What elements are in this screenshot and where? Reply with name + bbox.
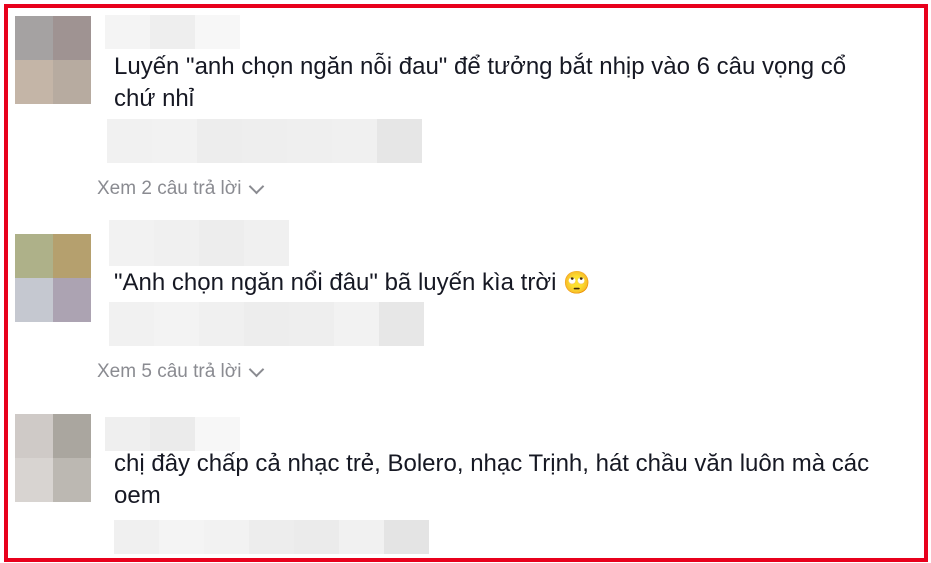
avatar-pixel: [53, 278, 91, 322]
avatar-pixel: [53, 414, 91, 458]
face-with-rolling-eyes-icon: 🙄: [563, 271, 591, 296]
avatar-pixel: [15, 458, 53, 502]
avatar[interactable]: [15, 16, 91, 104]
view-replies-label: Xem 2 câu trả lời: [97, 178, 242, 199]
avatar-pixel: [53, 60, 91, 104]
chevron-down-icon: [249, 361, 265, 377]
view-replies-button[interactable]: Xem 2 câu trả lời: [97, 178, 265, 200]
avatar-pixel: [53, 458, 91, 502]
view-replies-button[interactable]: Xem 5 câu trả lời: [97, 361, 265, 383]
comment-meta-blurred: [107, 119, 422, 163]
avatar[interactable]: [15, 234, 91, 322]
screenshot-frame: Luyến "anh chọn ngăn nỗi đau" để tưởng b…: [4, 4, 928, 562]
avatar-pixel: [15, 278, 53, 322]
avatar[interactable]: [15, 414, 91, 502]
avatar-pixel: [15, 60, 53, 104]
username-blurred[interactable]: [105, 417, 240, 451]
avatar-pixel: [15, 234, 53, 278]
avatar-pixel: [15, 16, 53, 60]
avatar-pixel: [53, 234, 91, 278]
comment-text: Luyến "anh chọn ngăn nỗi đau" để tưởng b…: [114, 53, 847, 112]
chevron-down-icon: [249, 178, 265, 194]
comment-meta-blurred: [109, 302, 424, 346]
comment-text: chị đây chấp cả nhạc trẻ, Bolero, nhạc T…: [114, 450, 870, 509]
view-replies-label: Xem 5 câu trả lời: [97, 361, 242, 382]
comment-text-content: "Anh chọn ngăn nổi đâu" bã luyến kìa trờ…: [114, 269, 557, 296]
comment-text: "Anh chọn ngăn nổi đâu" bã luyến kìa trờ…: [114, 267, 874, 300]
username-blurred[interactable]: [109, 220, 289, 266]
avatar-pixel: [53, 16, 91, 60]
avatar-pixel: [15, 414, 53, 458]
comment-meta-blurred: [114, 520, 429, 554]
username-blurred[interactable]: [105, 15, 240, 49]
